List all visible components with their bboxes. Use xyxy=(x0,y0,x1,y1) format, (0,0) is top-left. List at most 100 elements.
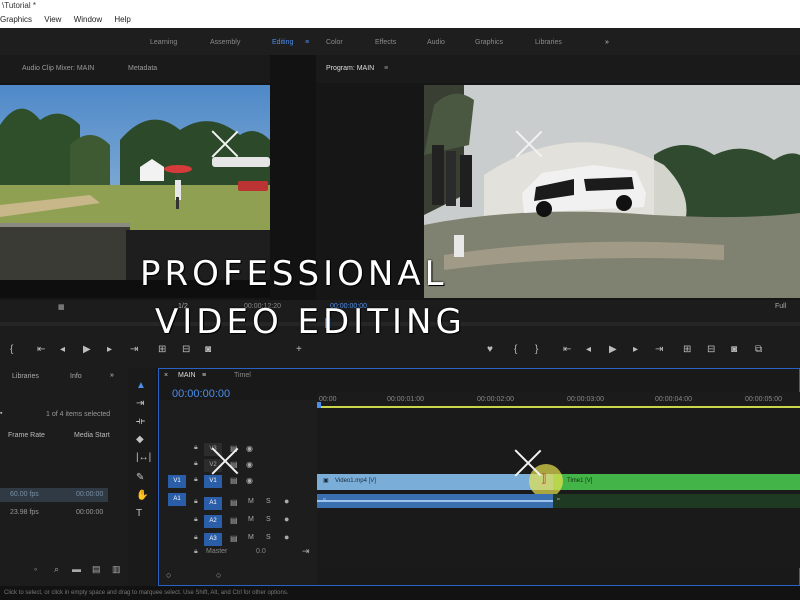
solo-icon[interactable]: S xyxy=(266,534,271,541)
track-lock-icon[interactable]: 🔒︎ xyxy=(194,444,198,452)
toggle-sync-icon[interactable]: ▤ xyxy=(230,476,238,485)
track-target-v1[interactable]: V1 xyxy=(204,475,222,488)
mute-icon[interactable]: M xyxy=(248,534,254,541)
slip-tool-icon[interactable]: |↔| xyxy=(136,452,151,463)
eye-icon[interactable]: ◉ xyxy=(246,444,253,453)
tab-sequence-main[interactable]: MAIN xyxy=(178,372,196,379)
workspace-learning[interactable]: Learning xyxy=(150,39,177,46)
source-play-icon[interactable]: ▶ xyxy=(83,344,91,355)
microphone-icon[interactable]: ● xyxy=(284,532,289,542)
clip-time1[interactable]: Time1 [V] xyxy=(553,474,800,490)
source-step-forward-icon[interactable]: ▸ xyxy=(107,344,112,355)
source-patch-a1[interactable]: A1 xyxy=(168,493,186,506)
source-export-frame-icon[interactable]: ◙ xyxy=(205,344,211,355)
program-compare-icon[interactable]: ⧉ xyxy=(755,344,762,355)
solo-icon[interactable]: S xyxy=(266,498,271,505)
eye-icon[interactable]: ◉ xyxy=(246,460,253,469)
track-lock-icon[interactable]: 🔒︎ xyxy=(194,516,198,524)
program-go-in-icon[interactable]: ⇤ xyxy=(563,344,571,355)
audio-clip-a1-green[interactable]: ▫ xyxy=(553,494,800,508)
mute-icon[interactable]: M xyxy=(248,498,254,505)
panel-menu-icon[interactable]: ▪ xyxy=(0,410,2,417)
microphone-icon[interactable]: ● xyxy=(284,496,289,506)
source-insert-icon[interactable]: ⊞ xyxy=(158,344,166,355)
hand-tool-icon[interactable]: ✋ xyxy=(136,490,148,501)
zoom-in-handle-icon[interactable]: ○ xyxy=(216,570,221,580)
search-icon[interactable]: ⌕ xyxy=(54,564,59,575)
program-playhead[interactable] xyxy=(325,318,331,328)
toggle-sync-icon[interactable]: ▤ xyxy=(230,516,238,525)
microphone-icon[interactable]: ● xyxy=(284,514,289,524)
program-marker-icon[interactable]: ♥ xyxy=(487,344,493,355)
panel-more-icon[interactable]: » xyxy=(110,372,114,379)
tab-metadata[interactable]: Metadata xyxy=(128,65,157,72)
program-lift-icon[interactable]: ⊞ xyxy=(683,344,691,355)
solo-icon[interactable]: S xyxy=(266,516,271,523)
workspace-editing[interactable]: Editing xyxy=(272,39,293,46)
tab-audio-clip-mixer[interactable]: Audio Clip Mixer: MAIN xyxy=(22,65,94,72)
ripple-edit-tool-icon[interactable]: ⟛ xyxy=(136,416,145,427)
track-lock-icon[interactable]: 🔒︎ xyxy=(194,534,198,542)
folder-icon[interactable]: ▬ xyxy=(72,564,81,574)
source-settings-icon[interactable]: ▦ xyxy=(58,303,65,311)
workspace-more-icon[interactable]: » xyxy=(605,39,609,46)
column-media-start[interactable]: Media Start xyxy=(74,432,110,439)
program-play-icon[interactable]: ▶ xyxy=(609,344,617,355)
tab-info[interactable]: Info xyxy=(70,373,82,380)
source-go-in-icon[interactable]: ⇤ xyxy=(37,344,45,355)
source-monitor-video[interactable] xyxy=(0,85,270,298)
track-lock-icon[interactable]: 🔒︎ xyxy=(194,460,198,468)
program-fit-select[interactable]: Full xyxy=(775,303,786,310)
tab-program-monitor[interactable]: Program: MAIN xyxy=(326,65,374,72)
source-patch-v1[interactable]: V1 xyxy=(168,475,186,488)
workspace-editing-menu-icon[interactable]: ≡ xyxy=(305,39,309,46)
go-to-end-icon[interactable]: ⇥ xyxy=(302,546,310,557)
program-mark-in-icon[interactable]: { xyxy=(514,344,517,355)
column-frame-rate[interactable]: Frame Rate xyxy=(8,432,45,439)
track-lock-icon[interactable]: 🔒︎ xyxy=(194,476,198,484)
program-monitor-video[interactable] xyxy=(424,85,800,298)
menu-graphics[interactable]: Graphics xyxy=(0,15,32,24)
timeline-tracks[interactable]: ▣ Video1.mp4 [V] Time1 [V] ⟧ ▫ ▫ xyxy=(317,408,800,568)
program-mark-out-icon[interactable]: } xyxy=(535,344,538,355)
program-step-back-icon[interactable]: ◂ xyxy=(586,344,591,355)
menu-window[interactable]: Window xyxy=(74,15,102,24)
menu-help[interactable]: Help xyxy=(114,15,130,24)
track-lock-icon[interactable]: 🔒︎ xyxy=(194,548,198,556)
mute-icon[interactable]: M xyxy=(248,516,254,523)
eye-icon[interactable]: ◉ xyxy=(246,476,253,485)
workspace-color[interactable]: Color xyxy=(326,39,343,46)
timeline-close-icon[interactable]: × xyxy=(164,372,168,379)
timeline-scrubber-bar[interactable] xyxy=(0,322,800,326)
sequence-menu-icon[interactable]: ≡ xyxy=(202,372,206,379)
table-row[interactable]: 23.98 fps 00:00:00 xyxy=(0,506,108,520)
track-target-a2[interactable]: A2 xyxy=(204,515,222,528)
track-target-a1[interactable]: A1 xyxy=(204,497,222,510)
program-menu-icon[interactable]: ≡ xyxy=(384,65,388,72)
tab-sequence-timel[interactable]: Timel xyxy=(234,372,251,379)
add-button-icon[interactable]: + xyxy=(296,344,302,355)
track-select-tool-icon[interactable]: ⇥ xyxy=(136,398,144,409)
workspace-assembly[interactable]: Assembly xyxy=(210,39,240,46)
master-track-volume[interactable]: 0.0 xyxy=(256,548,266,555)
trash-icon[interactable]: ▥ xyxy=(112,564,121,575)
track-target-a3[interactable]: A3 xyxy=(204,533,222,546)
pen-tool-icon[interactable]: ✎ xyxy=(136,472,144,483)
source-mark-in-icon[interactable]: { xyxy=(10,344,13,355)
audio-clip-a1[interactable]: ▫ xyxy=(317,494,553,508)
program-go-out-icon[interactable]: ⇥ xyxy=(655,344,663,355)
razor-tool-icon[interactable]: ◆ xyxy=(136,434,144,445)
source-resolution[interactable]: 1/2 xyxy=(178,303,188,310)
table-row[interactable]: 60.00 fps 00:00:00 xyxy=(0,488,108,502)
zoom-slider-icon[interactable]: ◦ xyxy=(34,564,37,574)
program-export-frame-icon[interactable]: ◙ xyxy=(731,344,737,355)
timeline-timecode[interactable]: 00:00:00:00 xyxy=(172,388,230,400)
type-tool-icon[interactable]: T xyxy=(136,508,142,519)
program-extract-icon[interactable]: ⊟ xyxy=(707,344,715,355)
zoom-out-handle-icon[interactable]: ○ xyxy=(166,570,171,580)
source-step-back-icon[interactable]: ◂ xyxy=(60,344,65,355)
toggle-sync-icon[interactable]: ▤ xyxy=(230,534,238,543)
selection-tool-icon[interactable]: ▲ xyxy=(136,380,146,391)
workspace-libraries[interactable]: Libraries xyxy=(535,39,562,46)
workspace-audio[interactable]: Audio xyxy=(427,39,445,46)
